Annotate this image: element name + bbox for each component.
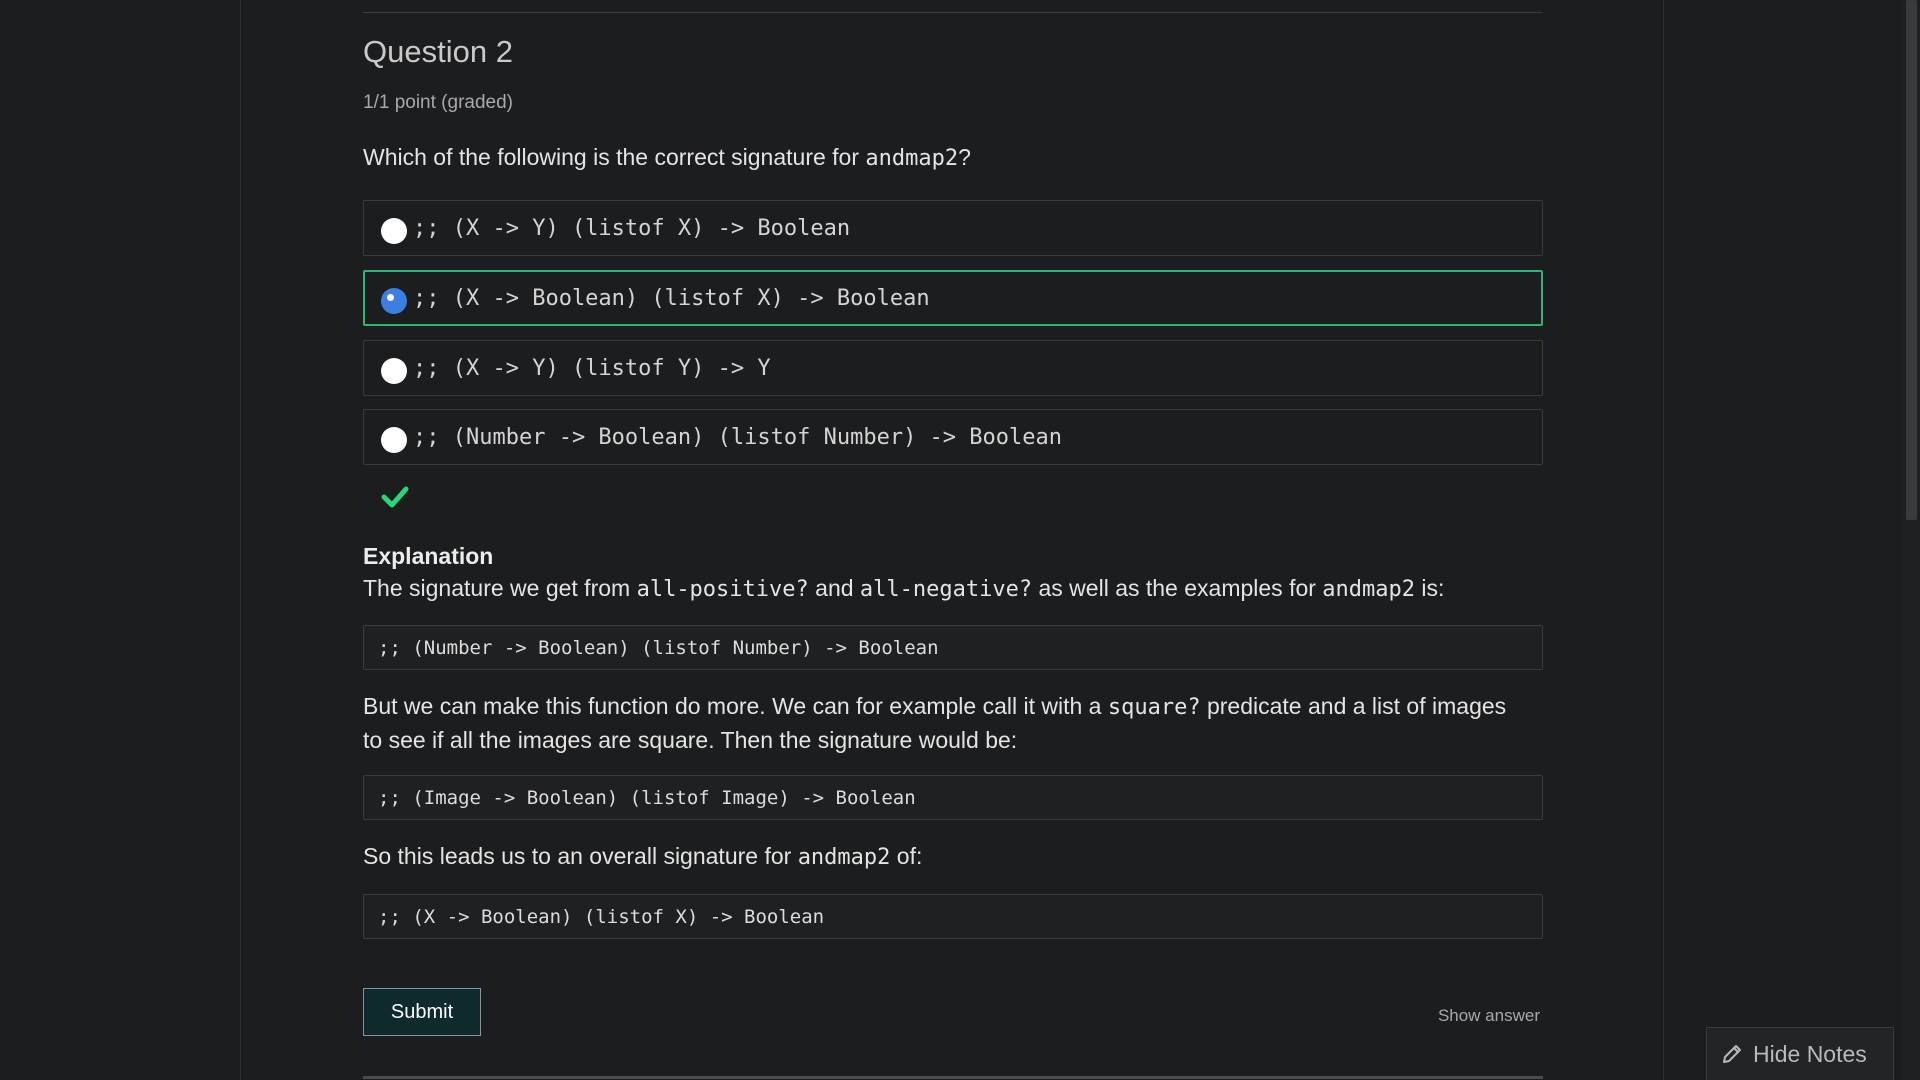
text: So this leads us to an overall signature… [363, 843, 798, 869]
inline-code: andmap2 [1322, 577, 1416, 602]
right-gutter [1663, 0, 1901, 1080]
code-text: ;; (Number -> Boolean) (listof Number) -… [378, 636, 939, 659]
pencil-icon [1723, 1045, 1741, 1063]
explanation-paragraph-1: The signature we get from all-positive? … [363, 572, 1543, 606]
code-block-1: ;; (Number -> Boolean) (listof Number) -… [363, 625, 1543, 670]
option-label: ;; (X -> Y) (listof X) -> Boolean [413, 215, 851, 241]
text: But we can make this function do more. W… [363, 693, 1108, 719]
explanation-paragraph-3: So this leads us to an overall signature… [363, 840, 1543, 874]
text: The signature we get from [363, 575, 637, 601]
code-block-2: ;; (Image -> Boolean) (listof Image) -> … [363, 775, 1543, 820]
hide-notes-button[interactable]: Hide Notes [1706, 1027, 1894, 1080]
text: as well as the examples for [1032, 575, 1323, 601]
submit-button[interactable]: Submit [363, 988, 481, 1036]
hide-notes-label: Hide Notes [1753, 1040, 1867, 1067]
answer-option-1[interactable]: ;; (X -> Y) (listof X) -> Boolean [363, 200, 1543, 256]
explanation-paragraph-2: But we can make this function do more. W… [363, 690, 1523, 757]
radio-button[interactable] [381, 218, 407, 244]
answer-option-2[interactable]: ;; (X -> Boolean) (listof X) -> Boolean [363, 270, 1543, 326]
question-title: Question 2 [363, 34, 513, 69]
prompt-code: andmap2 [865, 146, 959, 171]
inline-code: square? [1107, 695, 1201, 720]
radio-button[interactable] [381, 427, 407, 453]
points-status: 1/1 point (graded) [363, 92, 513, 113]
answer-option-3[interactable]: ;; (X -> Y) (listof Y) -> Y [363, 340, 1543, 396]
answer-option-4[interactable]: ;; (Number -> Boolean) (listof Number) -… [363, 409, 1543, 465]
scrollbar[interactable] [1903, 0, 1920, 1080]
prompt-text: Which of the following is the correct si… [363, 144, 866, 170]
option-label: ;; (X -> Boolean) (listof X) -> Boolean [413, 285, 930, 311]
divider [363, 1076, 1543, 1079]
radio-button-selected[interactable] [381, 288, 407, 314]
option-label: ;; (Number -> Boolean) (listof Number) -… [413, 424, 1063, 450]
left-gutter [0, 0, 241, 1080]
explanation-heading: Explanation [363, 543, 494, 569]
prompt-suffix: ? [958, 144, 971, 170]
inline-code: andmap2 [797, 845, 891, 870]
show-answer-button[interactable]: Show answer [1438, 1006, 1540, 1026]
scrollbar-thumb[interactable] [1906, 0, 1917, 520]
text: of: [890, 843, 923, 869]
question-prompt: Which of the following is the correct si… [363, 144, 971, 171]
checkmark-icon [381, 486, 409, 508]
radio-button[interactable] [381, 358, 407, 384]
text: and [808, 575, 860, 601]
text: is: [1415, 575, 1445, 601]
code-text: ;; (X -> Boolean) (listof X) -> Boolean [378, 905, 825, 928]
divider [363, 12, 1543, 13]
code-text: ;; (Image -> Boolean) (listof Image) -> … [378, 786, 916, 809]
inline-code: all-positive? [636, 577, 809, 602]
code-block-3: ;; (X -> Boolean) (listof X) -> Boolean [363, 894, 1543, 939]
option-label: ;; (X -> Y) (listof Y) -> Y [413, 355, 771, 381]
inline-code: all-negative? [859, 577, 1033, 602]
